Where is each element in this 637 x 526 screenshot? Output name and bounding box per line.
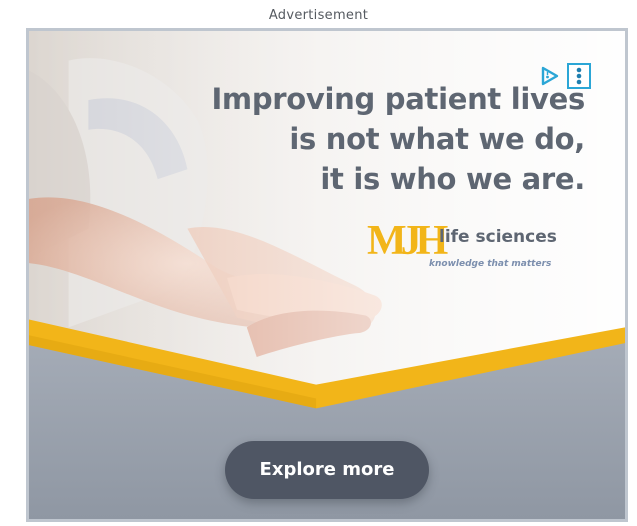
brand-block: MJH life sciences knowledge that matters [367, 219, 587, 275]
brand-tagline: knowledge that matters [429, 259, 552, 269]
mjh-logo: MJH [367, 218, 448, 264]
headline-line-1: Improving patient lives [211, 82, 585, 116]
brand-name: life sciences [439, 227, 557, 247]
ad-controls [539, 63, 591, 89]
headline-line-3: it is who we are. [320, 162, 585, 196]
headline: Improving patient lives is not what we d… [211, 79, 585, 199]
more-vertical-icon [576, 67, 582, 85]
ad-banner[interactable]: Improving patient lives is not what we d… [26, 28, 628, 522]
headline-line-2: is not what we do, [289, 122, 585, 156]
ad-menu-button[interactable] [567, 63, 591, 89]
explore-more-button[interactable]: Explore more [225, 441, 429, 499]
advertisement-label: Advertisement [268, 8, 369, 23]
adchoices-play-icon[interactable] [539, 65, 561, 87]
